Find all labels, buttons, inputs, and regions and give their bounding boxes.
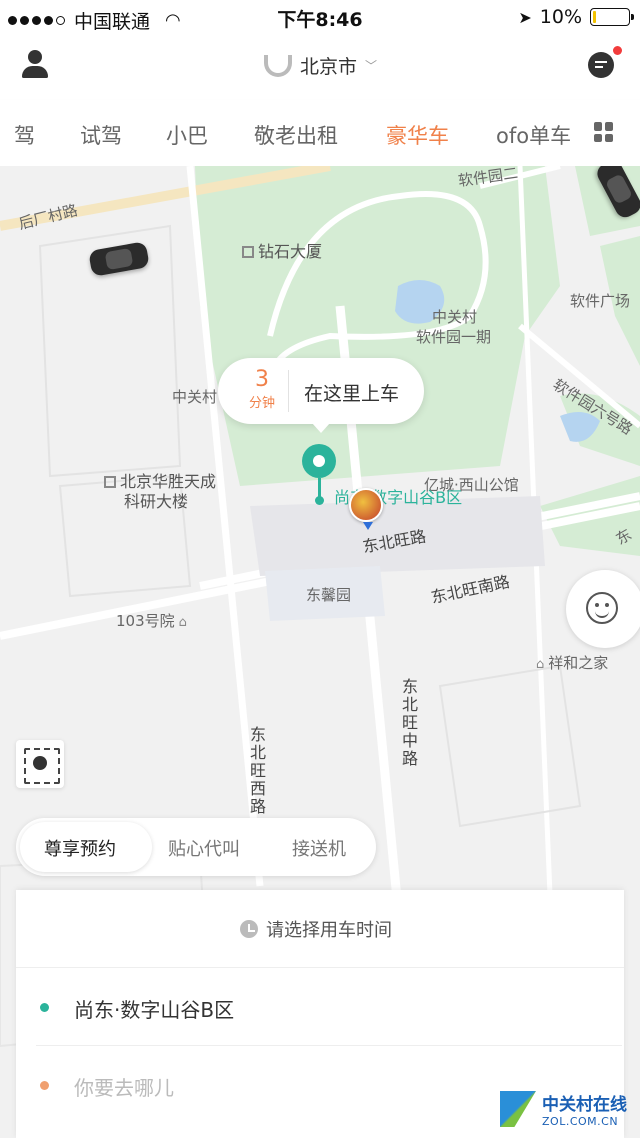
- destination-placeholder: 你要去哪儿: [74, 1076, 174, 1100]
- tab-minibus[interactable]: 小巴: [166, 120, 208, 150]
- poi-label: 103号院: [116, 612, 175, 630]
- tab-senior-taxi[interactable]: 敬老出租: [254, 120, 338, 150]
- city-selector[interactable]: 北京市 ﹀: [264, 52, 377, 79]
- didi-logo-icon: [264, 54, 292, 77]
- area-label: 中关村: [432, 308, 478, 326]
- poi-label: 祥和之家: [548, 654, 609, 672]
- eta-unit: 分钟: [248, 396, 275, 411]
- map-view[interactable]: 后厂村路 软件园二 钻石大厦 中关村 软件园一期 软件广场 软件园六号路 中关村…: [0, 166, 640, 1138]
- road-label: 东北旺西路: [247, 726, 266, 816]
- time-prompt: 请选择用车时间: [266, 920, 392, 941]
- zol-logo-icon: [500, 1091, 536, 1127]
- option-airport-transfer[interactable]: 接送机: [292, 835, 346, 861]
- poi-label-line2: 科研大楼: [124, 492, 189, 511]
- building-icon: [104, 476, 116, 488]
- residence-icon: ⌂: [178, 615, 187, 630]
- locate-me-button[interactable]: [16, 740, 64, 788]
- clock-icon: [240, 920, 258, 938]
- map-pin-icon: [302, 444, 336, 505]
- area-label: 中关村: [172, 388, 218, 406]
- pickup-bubble[interactable]: 3 分钟 在这里上车: [218, 358, 424, 433]
- time-select-row[interactable]: 请选择用车时间: [16, 890, 624, 968]
- tab-partial[interactable]: 驾: [14, 120, 35, 150]
- zol-watermark: 中关村在线 ZOL.COM.CN: [500, 1090, 627, 1128]
- pickup-location-text: 尚东·数字山谷B区: [74, 998, 235, 1022]
- chevron-down-icon: ﹀: [365, 59, 378, 73]
- building-icon: [242, 246, 254, 258]
- feedback-button[interactable]: [566, 570, 640, 648]
- user-location-avatar: [349, 488, 383, 530]
- area-label: 软件广场: [570, 292, 631, 310]
- watermark-subtitle: ZOL.COM.CN: [542, 1115, 619, 1128]
- eta-badge: 3 分钟: [238, 367, 286, 412]
- app-header: 北京市 ﹀: [0, 34, 640, 100]
- start-dot-icon: [40, 1003, 49, 1012]
- battery-icon: [590, 8, 634, 26]
- notification-dot: [613, 46, 622, 55]
- more-services-icon[interactable]: [594, 122, 614, 142]
- tab-ofo-bike[interactable]: ofo单车: [496, 120, 571, 150]
- battery-percent: 10%: [539, 6, 582, 28]
- message-icon[interactable]: [588, 52, 614, 78]
- poi-xianghe[interactable]: ⌂ 祥和之家: [536, 652, 608, 673]
- service-tabs: 驾 试驾 小巴 敬老出租 豪华车 ofo单车: [0, 100, 640, 166]
- residence-icon: ⌂: [536, 657, 545, 672]
- road-label: 东北旺中路: [399, 678, 418, 768]
- tab-luxury-car[interactable]: 豪华车: [386, 120, 449, 150]
- option-call-for-others[interactable]: 贴心代叫: [168, 835, 240, 861]
- user-profile-icon[interactable]: [20, 50, 50, 82]
- poi-103[interactable]: 103号院 ⌂: [116, 610, 187, 631]
- area-label: 软件园一期: [416, 328, 492, 346]
- option-premium-reservation[interactable]: 尊享预约: [44, 835, 116, 861]
- smiley-icon: [586, 592, 618, 624]
- end-dot-icon: [40, 1081, 49, 1090]
- eta-value: 3: [255, 367, 269, 392]
- service-options: 尊享预约 贴心代叫 接送机: [16, 818, 376, 876]
- city-name: 北京市: [300, 56, 358, 78]
- divider: [288, 370, 289, 412]
- pickup-here-button[interactable]: 在这里上车: [304, 379, 399, 406]
- status-bar: 中国联通 ◠ 下午8:46 ➤ 10%: [0, 0, 640, 34]
- area-label: 东馨园: [306, 586, 352, 604]
- poi-label: 钻石大厦: [258, 242, 323, 261]
- pickup-location-field[interactable]: 尚东·数字山谷B区: [36, 970, 622, 1046]
- tab-test-drive[interactable]: 试驾: [80, 120, 122, 150]
- location-arrow-icon: ➤: [518, 7, 532, 27]
- watermark-title: 中关村在线: [542, 1095, 627, 1115]
- poi-diamond-tower[interactable]: 钻石大厦: [242, 238, 322, 262]
